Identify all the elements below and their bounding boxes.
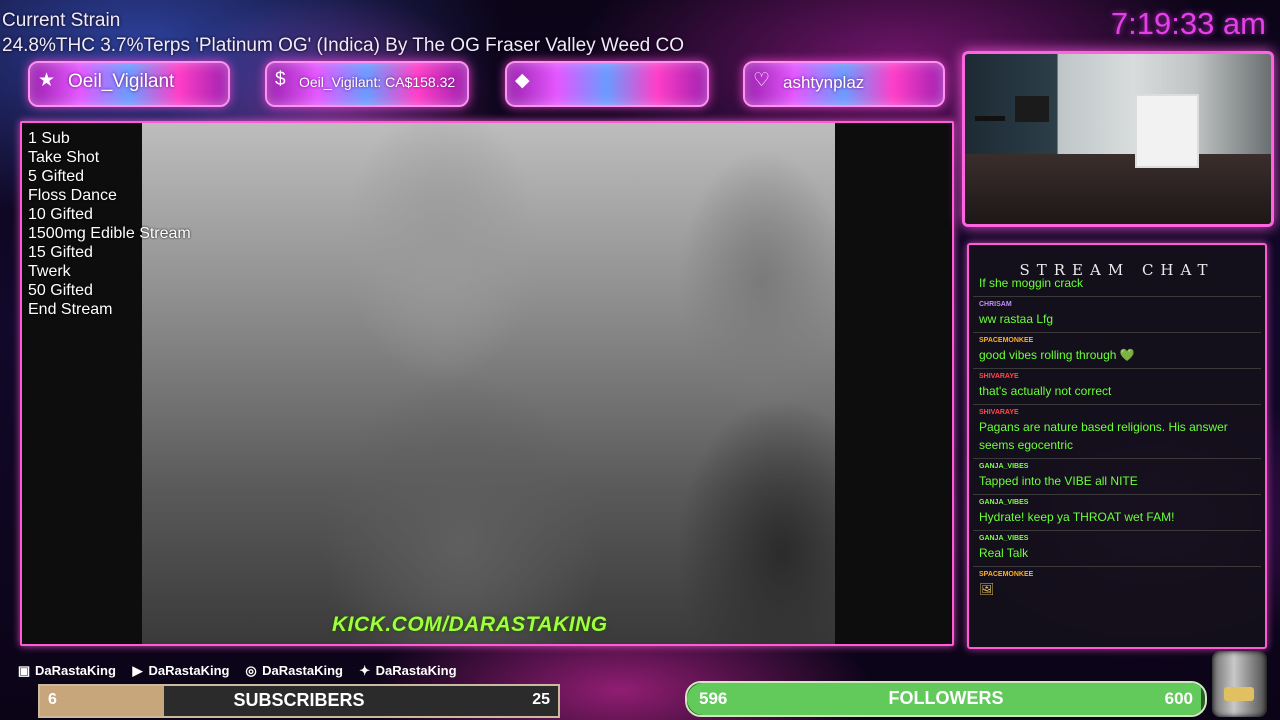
goal-item: Twerk (28, 263, 71, 280)
clock: 7:19:33 am (1110, 6, 1266, 41)
video-content (142, 123, 835, 644)
chat-username: GANJA_VIBES (979, 499, 1029, 506)
twitch-icon: ▣ (17, 663, 31, 678)
chat-message: SHIVARAYE that's actually not correct (973, 369, 1261, 405)
goals-list: 1 Sub Take Shot 5 Gifted Floss Dance 10 … (28, 129, 208, 319)
chat-username: SPACEMONKEE (979, 337, 1034, 344)
goal-item: 10 Gifted (28, 206, 93, 223)
stream-chat-panel: STREAM CHAT If she moggin crack CHRISAM … (967, 243, 1267, 649)
chat-username: SHIVARAYE (979, 373, 1019, 380)
strain-title: Current Strain (2, 10, 121, 31)
goal-item: 50 Gifted (28, 282, 93, 299)
social-handles: ▣ DaRastaKing ▶ DaRastaKing ◎ DaRastaKing ✦… (16, 663, 467, 683)
main-video-frame: 1 Sub Take Shot 5 Gifted Floss Dance 10 … (20, 121, 954, 646)
star-icon: ★ (38, 70, 56, 91)
chat-username: SPACEMONKEE (979, 571, 1034, 578)
chat-text: Pagans are nature based religions. His a… (979, 420, 1228, 452)
webcam-stool (975, 116, 1005, 161)
webcam-frame (962, 51, 1274, 227)
alert-label: ashtynplaz (783, 73, 865, 92)
chat-message: SPACEMONKEE 🖼 (973, 567, 1261, 602)
chat-message: If she moggin crack (973, 274, 1261, 297)
alert-label: Oeil_Vigilant (68, 71, 175, 92)
alert-latest-subscriber: ♡ ashtynplaz (743, 61, 945, 107)
subscriber-goal-bar: SUBSCRIBERS 6 25 (38, 684, 560, 718)
follower-count: 596 (699, 689, 728, 708)
heart-icon: ♡ (753, 70, 771, 91)
twitter-icon: ✦ (359, 663, 371, 678)
alert-latest-follower: ★ Oeil_Vigilant (28, 61, 230, 107)
chat-username: GANJA_VIBES (979, 463, 1029, 470)
goal-item: Take Shot (28, 149, 100, 166)
chat-message: SHIVARAYE Pagans are nature based religi… (973, 405, 1261, 459)
youtube-icon: ▶ (132, 663, 143, 678)
subscriber-goal: 25 (532, 691, 550, 708)
youtube-handle: DaRastaKing (148, 663, 230, 678)
webcam-table (1015, 96, 1049, 122)
kick-watermark: KICK.COM/DARASTAKING (332, 613, 608, 636)
chat-text: that's actually not correct (979, 384, 1112, 398)
chat-text: Real Talk (979, 546, 1029, 560)
diamond-icon: ◆ (515, 70, 530, 91)
subscriber-count: 6 (48, 691, 57, 708)
chat-message: GANJA_VIBES Tapped into the VIBE all NIT… (973, 459, 1261, 495)
goal-item: Floss Dance (28, 187, 117, 204)
alert-latest-gift: ◆ (505, 61, 709, 107)
alert-label: Oeil_Vigilant: CA$158.32 (299, 74, 456, 90)
subscriber-label: SUBSCRIBERS (233, 690, 365, 710)
goal-item: 5 Gifted (28, 168, 85, 185)
follower-goal-bar: FOLLOWERS 596 600 (685, 681, 1207, 717)
instagram-handle: DaRastaKing (262, 663, 344, 678)
chat-username: GANJA_VIBES (979, 535, 1029, 542)
goal-item: 15 Gifted (28, 244, 93, 261)
alert-latest-donation: $ Oeil_Vigilant: CA$158.32 (265, 61, 469, 107)
follower-label: FOLLOWERS (888, 688, 1004, 708)
chat-text: Tapped into the VIBE all NITE (979, 474, 1138, 488)
goal-item: 1500mg Edible Stream (28, 225, 191, 242)
chat-username: SHIVARAYE (979, 409, 1019, 416)
chat-message: SPACEMONKEE good vibes rolling through 💚 (973, 333, 1261, 369)
chat-message-list[interactable]: If she moggin crack CHRISAM ww rastaa Lf… (973, 276, 1261, 602)
strain-description: 24.8%THC 3.7%Terps 'Platinum OG' (Indica… (2, 35, 684, 56)
goal-item: End Stream (28, 301, 113, 318)
chat-text: If she moggin crack (979, 276, 1084, 290)
chat-message: GANJA_VIBES Hydrate! keep ya THROAT wet … (973, 495, 1261, 531)
chat-text: ww rastaa Lfg (979, 312, 1054, 326)
webcam-floor (965, 154, 1271, 224)
webcam-shelf (1135, 94, 1199, 168)
chat-username: CHRISAM (979, 301, 1012, 308)
chat-emote-icon: 🖼 (979, 582, 995, 596)
dollar-icon: $ (275, 69, 286, 90)
twitter-handle: DaRastaKing (375, 663, 457, 678)
chat-message: CHRISAM ww rastaa Lfg (973, 297, 1261, 333)
jar-icon (1212, 651, 1267, 717)
twitch-handle: DaRastaKing (35, 663, 116, 678)
instagram-icon: ◎ (245, 663, 257, 678)
chat-message: GANJA_VIBES Real Talk (973, 531, 1261, 567)
follower-goal: 600 (1164, 689, 1193, 708)
chat-text: Hydrate! keep ya THROAT wet FAM! (979, 510, 1175, 524)
chat-text: good vibes rolling through 💚 (979, 348, 1135, 362)
goal-item: 1 Sub (28, 130, 70, 147)
